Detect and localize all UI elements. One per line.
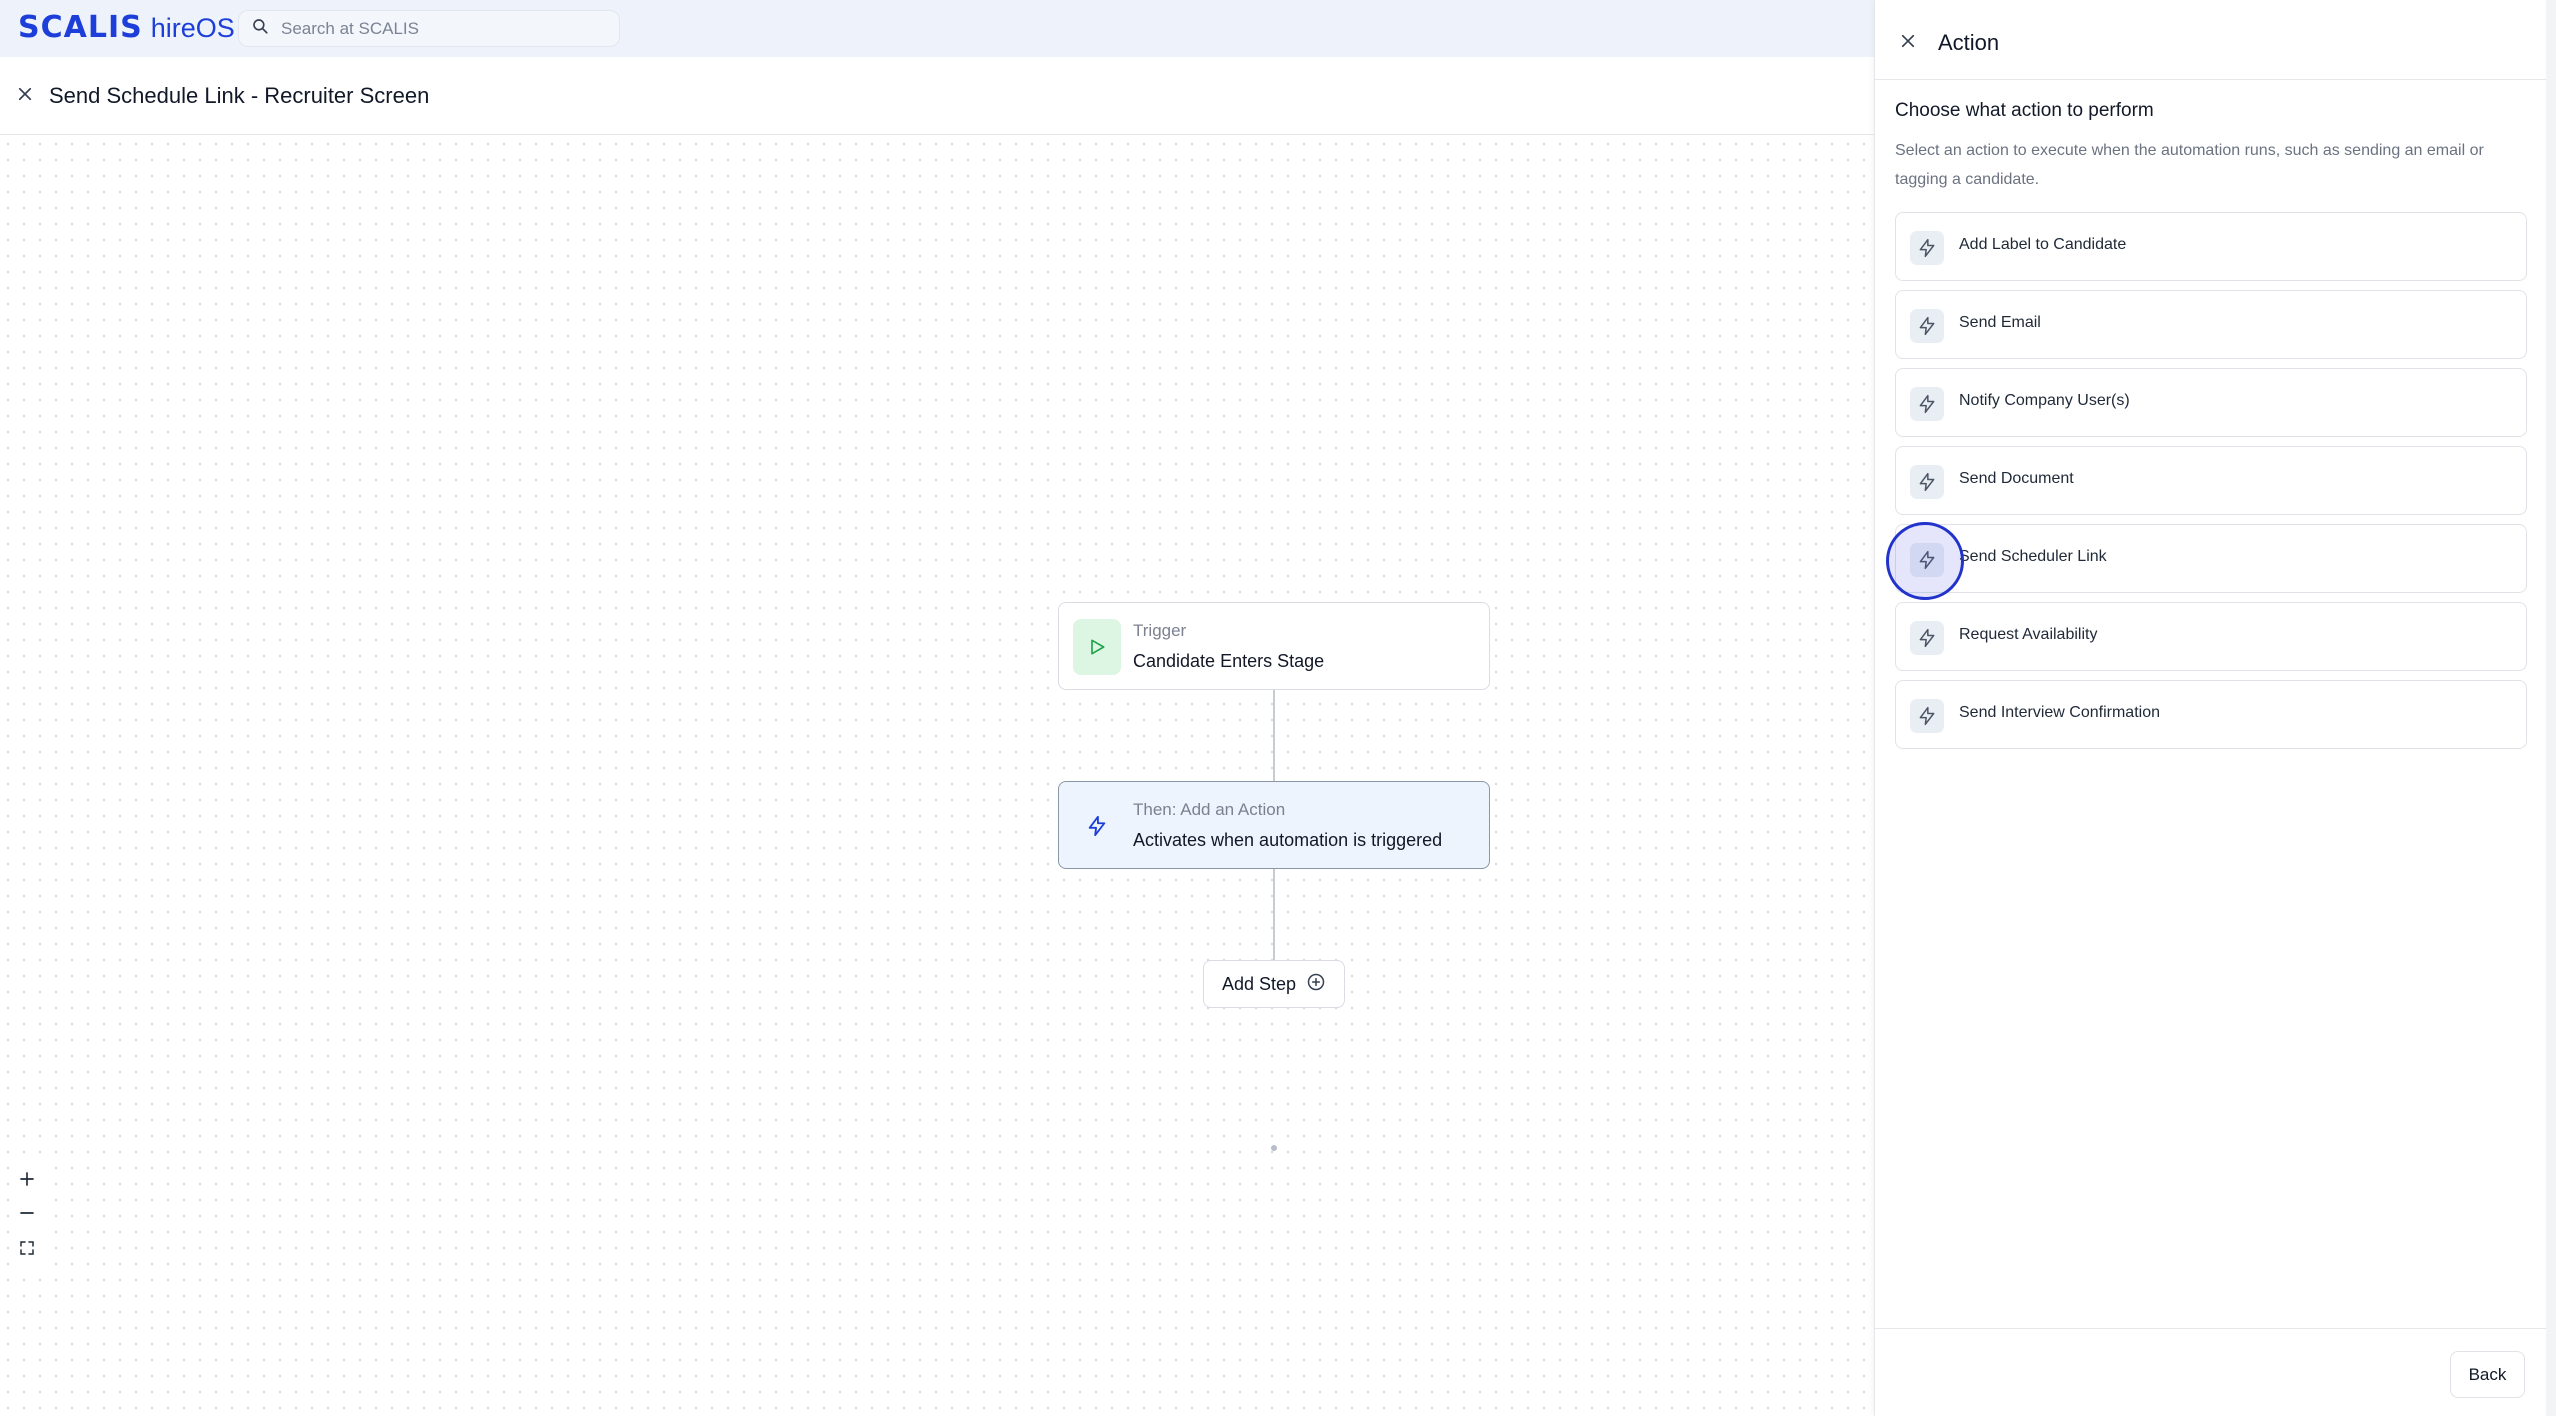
action-option-add-label[interactable]: Add Label to Candidate <box>1895 212 2527 281</box>
action-option-label: Send Document <box>1959 470 2074 487</box>
action-option-send-email[interactable]: Send Email <box>1895 290 2527 359</box>
action-node-value: Activates when automation is triggered <box>1133 830 1443 850</box>
action-option-label: Add Label to Candidate <box>1959 236 2127 253</box>
play-icon <box>1073 619 1121 675</box>
plus-icon <box>18 1168 36 1194</box>
panel-header: Action <box>1875 0 2547 80</box>
trigger-node[interactable]: Trigger Candidate Enters Stage <box>1058 602 1490 690</box>
action-option-label: Send Email <box>1959 314 2041 331</box>
trigger-value: Candidate Enters Stage <box>1133 651 1325 671</box>
scroll-gutter <box>2546 0 2556 1416</box>
minus-icon <box>18 1202 36 1228</box>
section-title: Choose what action to perform <box>1895 100 2154 121</box>
bolt-icon <box>1910 621 1944 655</box>
connector-line <box>1273 869 1275 960</box>
fit-view-icon <box>19 1236 35 1262</box>
logo-product: hireOS <box>150 13 235 43</box>
connector-line <box>1273 690 1275 781</box>
close-icon <box>1899 32 1917 55</box>
action-option-send-document[interactable]: Send Document <box>1895 446 2527 515</box>
editor-header: Send Schedule Link - Recruiter Screen <box>0 57 1874 135</box>
action-option-label: Send Interview Confirmation <box>1959 704 2160 721</box>
bolt-icon <box>1910 543 1944 577</box>
back-button[interactable]: Back <box>2450 1351 2525 1398</box>
bolt-icon <box>1910 231 1944 265</box>
action-option-label: Notify Company User(s) <box>1959 392 2130 409</box>
action-option-label: Send Scheduler Link <box>1959 548 2107 565</box>
action-node[interactable]: Then: Add an Action Activates when autom… <box>1058 781 1490 869</box>
add-step-label: Add Step <box>1221 973 1297 994</box>
search-bar[interactable] <box>238 10 620 47</box>
fit-view-button[interactable] <box>12 1234 42 1264</box>
action-option-label: Request Availability <box>1959 626 2098 643</box>
bolt-icon <box>1910 309 1944 343</box>
action-option-request-availability[interactable]: Request Availability <box>1895 602 2527 671</box>
panel-title: Action <box>1938 30 2000 55</box>
section-description: Select an action to execute when the aut… <box>1895 142 2484 188</box>
action-panel: Action Choose what action to perform Sel… <box>1874 0 2547 1416</box>
trigger-label: Trigger <box>1133 621 1187 640</box>
plus-circle-icon <box>1306 972 1326 997</box>
zoom-controls <box>10 1160 44 1270</box>
action-node-label: Then: Add an Action <box>1133 800 1286 819</box>
bolt-icon <box>1910 699 1944 733</box>
action-option-notify-users[interactable]: Notify Company User(s) <box>1895 368 2527 437</box>
action-list: Add Label to Candidate Send Email Notify… <box>1895 212 2527 749</box>
search-icon <box>251 17 269 40</box>
close-panel-button[interactable] <box>1897 32 1919 54</box>
zoom-out-button[interactable] <box>12 1200 42 1230</box>
workflow-canvas[interactable] <box>0 136 1874 1416</box>
panel-footer: Back <box>1875 1328 2547 1416</box>
action-option-send-interview-confirmation[interactable]: Send Interview Confirmation <box>1895 680 2527 749</box>
editor-title: Send Schedule Link - Recruiter Screen <box>49 83 430 108</box>
logo-brand: SCALIS <box>18 10 143 45</box>
bolt-icon <box>1910 465 1944 499</box>
connector-dot <box>1271 1145 1277 1151</box>
action-option-send-scheduler-link[interactable]: Send Scheduler Link <box>1895 524 2527 593</box>
close-editor-button[interactable] <box>13 84 37 108</box>
add-step-button[interactable]: Add Step <box>1203 960 1345 1008</box>
bolt-icon <box>1910 387 1944 421</box>
bolt-icon <box>1073 798 1121 854</box>
logo[interactable]: SCALIS hireOS <box>18 10 235 45</box>
search-input[interactable] <box>281 18 601 39</box>
close-icon <box>16 85 34 108</box>
zoom-in-button[interactable] <box>12 1166 42 1196</box>
